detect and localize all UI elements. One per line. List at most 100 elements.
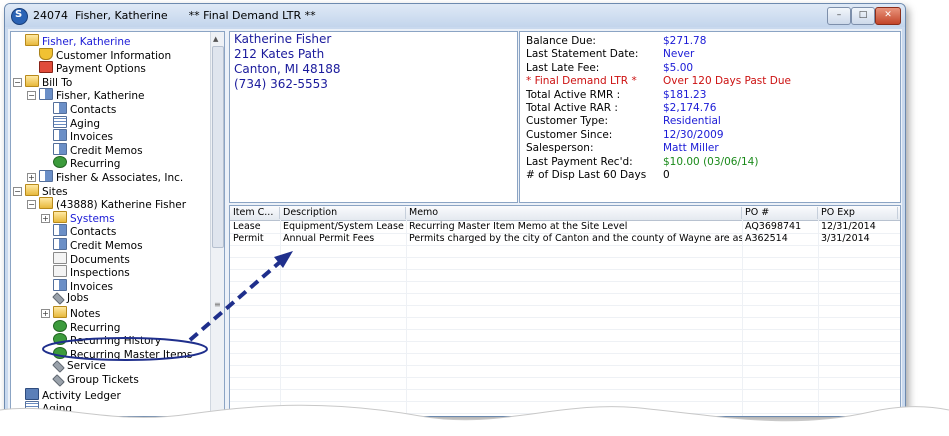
tree-item-label: Bill To	[42, 76, 73, 89]
folder-icon	[25, 34, 39, 46]
document-icon	[53, 251, 67, 264]
grid-cell[interactable]: Permit	[230, 233, 280, 245]
tree-item-systems[interactable]: Systems	[53, 210, 115, 225]
tree-item-notes[interactable]: Notes	[53, 306, 101, 320]
grid-cell[interactable]: 3/31/2014	[818, 233, 898, 245]
tree-item-label: Contacts	[70, 104, 117, 116]
expand-icon[interactable]: +	[41, 213, 50, 223]
info-value: $10.00 (03/06/14)	[663, 155, 759, 168]
grid-row-line	[230, 389, 900, 390]
list-icon	[53, 238, 67, 250]
title-bar[interactable]: 24074 Fisher, Katherine ** Final Demand …	[5, 4, 905, 27]
tree-item-documents[interactable]: Documents	[53, 251, 130, 266]
collapse-icon[interactable]: −	[13, 186, 22, 196]
grid-cell[interactable]: A362514	[742, 233, 818, 245]
column-header[interactable]: PO #	[742, 207, 818, 219]
folder-icon	[25, 74, 39, 87]
folder-icon	[39, 197, 53, 210]
info-label: Last Statement Date:	[526, 48, 639, 61]
grid-column-line	[280, 220, 281, 416]
inspection-icon	[53, 265, 67, 278]
tree-item-label: Sites	[42, 185, 68, 198]
scroll-thumb[interactable]	[212, 46, 224, 248]
tree-item-label: Customer Information	[56, 49, 172, 62]
tree-item-label: Recurring	[70, 158, 121, 171]
tree-item-label: Recurring	[70, 321, 121, 334]
info-label: Customer Since:	[526, 128, 613, 141]
tree-scrollbar[interactable]: ▲ ≡	[210, 32, 224, 416]
list-icon	[53, 129, 67, 142]
tree-item-credit-memos[interactable]: Credit Memos	[53, 142, 143, 157]
tree-item-payment-options[interactable]: Payment Options	[39, 61, 146, 75]
tree-item-label: Fisher & Associates, Inc.	[56, 172, 184, 184]
window-title: 24074 Fisher, Katherine ** Final Demand …	[33, 9, 316, 22]
column-header[interactable]: Memo	[406, 207, 742, 219]
info-value: Residential	[663, 115, 721, 128]
collapse-icon[interactable]: −	[27, 200, 36, 210]
tree-item-fisher-katherine[interactable]: Fisher, Katherine	[25, 34, 131, 48]
tree-item-sites[interactable]: Sites	[25, 183, 68, 198]
column-header[interactable]: Item C...	[230, 207, 280, 219]
minimize-button[interactable]: –	[827, 7, 851, 25]
wrench-icon	[52, 374, 65, 387]
grid-column-line	[742, 220, 743, 416]
address-street: 212 Kates Path	[234, 47, 325, 61]
tree-item-recurring[interactable]: Recurring	[53, 319, 121, 334]
tree-item-label: Notes	[70, 308, 101, 320]
tree-item-recurring-master-items[interactable]: Recurring Master Items	[53, 346, 193, 361]
tree-item-invoices[interactable]: Invoices	[53, 278, 113, 293]
tree-item-fisher-associates-inc[interactable]: Fisher & Associates, Inc.	[39, 170, 184, 184]
column-header[interactable]: PO Exp	[818, 207, 898, 219]
expand-icon[interactable]: +	[41, 309, 50, 318]
tree-item-contacts[interactable]: Contacts	[53, 224, 116, 238]
grid-row-line	[230, 365, 900, 366]
contacts-icon	[53, 102, 67, 114]
recurring-icon	[53, 156, 67, 169]
tree-item-label: Jobs	[67, 292, 89, 305]
tree-item-fisher-katherine[interactable]: Fisher, Katherine	[39, 88, 145, 102]
tree-item-invoices[interactable]: Invoices	[53, 129, 114, 144]
grid-row-line	[230, 293, 900, 294]
folder-icon	[53, 306, 67, 318]
tree-item-contacts[interactable]: Contacts	[53, 102, 117, 116]
grid-cell[interactable]: 12/31/2014	[818, 221, 898, 233]
grid-cell[interactable]: Permits charged by the city of Canton an…	[406, 233, 742, 245]
grid-cell[interactable]: AQ3698741	[742, 221, 818, 233]
expand-icon[interactable]: +	[27, 173, 36, 182]
tree-item-bill-to[interactable]: Bill To	[25, 74, 73, 89]
scroll-up-icon[interactable]: ▲	[213, 35, 218, 43]
tree-item-customer-information[interactable]: Customer Information	[39, 47, 172, 62]
tree-item-credit-memos[interactable]: Credit Memos	[53, 238, 143, 252]
close-button[interactable]: ✕	[875, 7, 901, 25]
column-header[interactable]: Description	[280, 207, 406, 219]
collapse-icon[interactable]: −	[27, 91, 36, 101]
collapse-icon[interactable]: −	[13, 77, 22, 87]
grid-column-line	[406, 220, 407, 416]
tree-item-group-tickets[interactable]: Group Tickets	[52, 374, 139, 387]
tree-item-inspections[interactable]: Inspections	[53, 265, 130, 279]
info-value: $271.78	[663, 35, 707, 47]
grid-row-line	[230, 269, 900, 270]
info-label: Last Payment Rec'd:	[526, 155, 633, 168]
grid-icon	[53, 115, 67, 128]
info-value: $2,174.76	[663, 102, 717, 114]
grid-cell[interactable]: Annual Permit Fees	[280, 233, 406, 245]
grid-cell[interactable]: Lease	[230, 221, 280, 233]
tree-item-aging[interactable]: Aging	[53, 115, 100, 130]
tree-item-jobs[interactable]: Jobs	[52, 292, 89, 306]
tree-item-recurring[interactable]: Recurring	[53, 156, 121, 171]
application-window: 24074 Fisher, Katherine ** Final Demand …	[4, 3, 906, 417]
grid-cell[interactable]: Recurring Master Item Memo at the Site L…	[406, 221, 742, 233]
tree-item-label: Recurring Master Items	[70, 348, 193, 361]
tree-item-43888-katherine-fisher[interactable]: (43888) Katherine Fisher	[39, 197, 186, 211]
grid-row-line	[230, 305, 900, 306]
maximize-button[interactable]: □	[851, 7, 875, 25]
tree-item-label: Invoices	[70, 131, 114, 144]
tree-item-service[interactable]: Service	[52, 360, 106, 374]
navigation-tree: Fisher, Katherine Customer Information Pay…	[10, 31, 225, 416]
info-value: 12/30/2009	[663, 128, 724, 141]
info-label: Total Active RMR :	[526, 88, 621, 101]
tree-item-recurring-history[interactable]: Recurring History	[53, 333, 161, 347]
grid-row-line	[230, 257, 900, 258]
grid-cell[interactable]: Equipment/System Lease	[280, 221, 406, 233]
